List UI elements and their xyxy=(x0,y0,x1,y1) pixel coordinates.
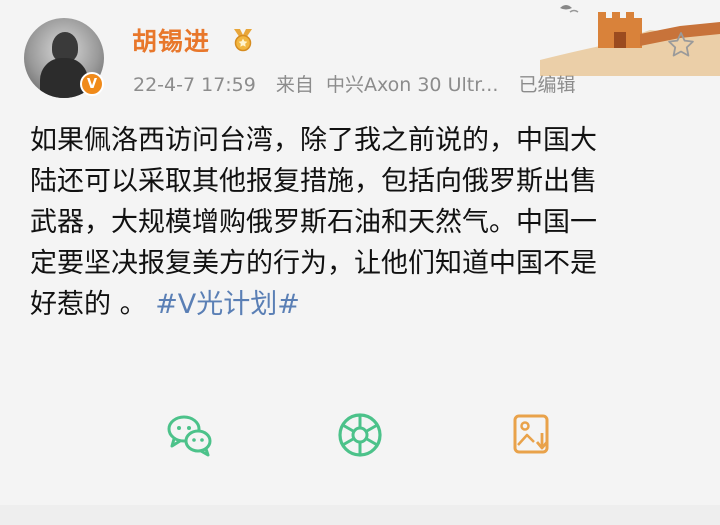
bottom-bar xyxy=(0,505,720,525)
share-wechat-button[interactable] xyxy=(160,405,220,465)
post-content: 如果佩洛西访问台湾，除了我之前说的，中国大 陆还可以采取其他报复措施，包括向俄罗… xyxy=(30,120,700,325)
share-actions xyxy=(0,385,720,485)
username[interactable]: 胡锡进 xyxy=(132,22,210,58)
content-line-last: 好惹的 。 #V光计划# xyxy=(30,284,700,325)
verified-badge: V xyxy=(80,72,104,96)
wechat-icon xyxy=(167,415,212,457)
post-header: V 胡锡进 22-4-7 17:59 来自 中兴Axon 30 Ultr... … xyxy=(0,0,720,110)
medal-icon xyxy=(234,29,252,52)
share-moments-button[interactable] xyxy=(330,405,390,465)
content-line: 如果佩洛西访问台湾，除了我之前说的，中国大 xyxy=(30,125,597,156)
content-line: 定要坚决报复美方的行为，让他们知道中国不是 xyxy=(30,248,597,279)
post-timestamp: 22-4-7 17:59 xyxy=(133,74,256,96)
content-line: 武器，大规模增购俄罗斯石油和天然气。中国一 xyxy=(30,207,597,238)
post-source-device[interactable]: 中兴Axon 30 Ultr... xyxy=(326,74,498,96)
post-meta: 22-4-7 17:59 来自 中兴Axon 30 Ultr... 已编辑 xyxy=(133,70,589,97)
moments-icon xyxy=(338,413,382,457)
content-last-text: 好惹的 。 xyxy=(30,289,147,320)
star-icon[interactable] xyxy=(666,30,696,60)
content-line: 陆还可以采取其他报复措施，包括向俄罗斯出售 xyxy=(30,166,597,197)
save-image-icon xyxy=(513,414,549,454)
hashtag-link[interactable]: #V光计划# xyxy=(155,289,300,320)
save-image-button[interactable] xyxy=(502,405,562,465)
post-source-prefix: 来自 xyxy=(275,74,314,96)
post-edited-label[interactable]: 已编辑 xyxy=(518,74,575,96)
